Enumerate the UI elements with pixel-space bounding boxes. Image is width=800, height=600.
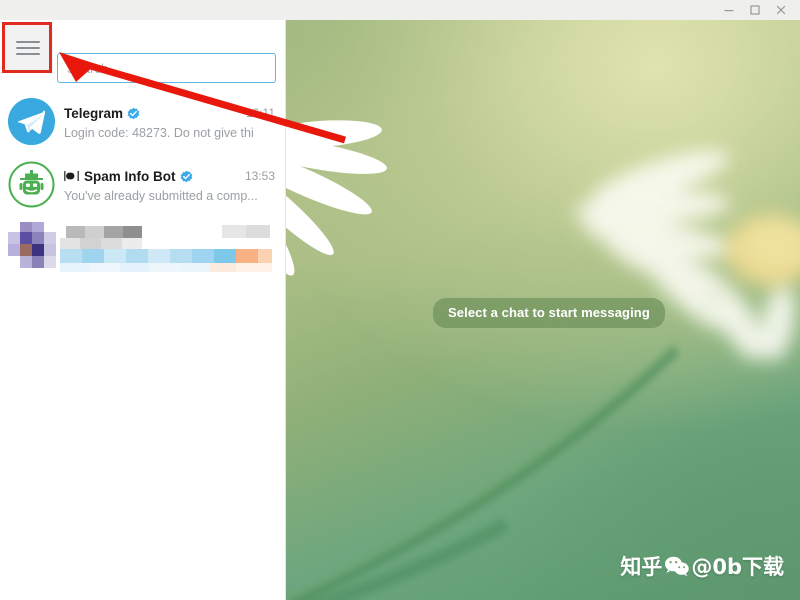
censored-preview bbox=[60, 249, 272, 263]
muted-speaker-icon bbox=[64, 170, 79, 182]
close-icon bbox=[776, 5, 786, 15]
chat-preview-text: You've already submitted a comp... bbox=[64, 189, 258, 203]
chat-title: Spam Info Bot bbox=[84, 168, 176, 184]
chat-area: Select a chat to start messaging 知乎 @0b下… bbox=[286, 20, 800, 600]
avatar bbox=[8, 98, 55, 145]
censored-preview-row2 bbox=[60, 263, 272, 272]
wechat-icon bbox=[664, 556, 690, 578]
chat-sidebar: Telegram 16:11 Login code: 48273. Do not… bbox=[0, 20, 286, 600]
list-item[interactable]: Spam Info Bot 13:53 You've already submi… bbox=[0, 153, 285, 216]
spam-bot-logo-icon bbox=[8, 161, 55, 208]
chat-list[interactable]: Telegram 16:11 Login code: 48273. Do not… bbox=[0, 90, 285, 600]
telegram-desktop-window: Telegram 16:11 Login code: 48273. Do not… bbox=[0, 0, 800, 600]
search-input[interactable] bbox=[57, 53, 276, 83]
list-item-content: Telegram 16:11 Login code: 48273. Do not… bbox=[64, 103, 275, 141]
chat-timestamp: 16:11 bbox=[245, 106, 275, 120]
censored-title-row2 bbox=[60, 238, 142, 249]
foreground-daisy-icon bbox=[286, 120, 387, 276]
window-titlebar bbox=[0, 0, 800, 20]
search-container bbox=[57, 53, 276, 83]
censored-timestamp bbox=[222, 225, 270, 238]
watermark-prefix: 知乎 bbox=[620, 554, 663, 579]
list-item-header: Telegram 16:11 bbox=[64, 103, 275, 123]
verified-badge-icon bbox=[127, 107, 140, 120]
telegram-logo-icon bbox=[8, 98, 55, 145]
avatar bbox=[8, 161, 55, 208]
close-button[interactable] bbox=[768, 1, 794, 19]
list-item[interactable] bbox=[0, 216, 285, 279]
censored-avatar bbox=[8, 222, 56, 270]
chat-preview-text: Login code: 48273. Do not give thi bbox=[64, 126, 254, 140]
maximize-icon bbox=[750, 5, 760, 15]
sidebar-header bbox=[0, 20, 285, 83]
hamburger-menu-icon bbox=[16, 37, 40, 59]
maximize-button[interactable] bbox=[742, 1, 768, 19]
list-item-content: Spam Info Bot 13:53 You've already submi… bbox=[64, 166, 275, 204]
hamburger-menu-button[interactable] bbox=[3, 23, 53, 73]
list-item-header: Spam Info Bot 13:53 bbox=[64, 166, 275, 186]
verified-badge-icon bbox=[180, 170, 193, 183]
list-item[interactable]: Telegram 16:11 Login code: 48273. Do not… bbox=[0, 90, 285, 153]
chat-title: Telegram bbox=[64, 105, 124, 121]
select-chat-placeholder: Select a chat to start messaging bbox=[433, 298, 665, 328]
censored-title bbox=[66, 226, 142, 238]
minimize-button[interactable] bbox=[716, 1, 742, 19]
watermark-suffix: @0b下载 bbox=[691, 554, 784, 579]
chat-timestamp: 13:53 bbox=[244, 169, 275, 183]
minimize-icon bbox=[724, 10, 734, 12]
watermark: 知乎 @0b下载 bbox=[620, 556, 784, 578]
